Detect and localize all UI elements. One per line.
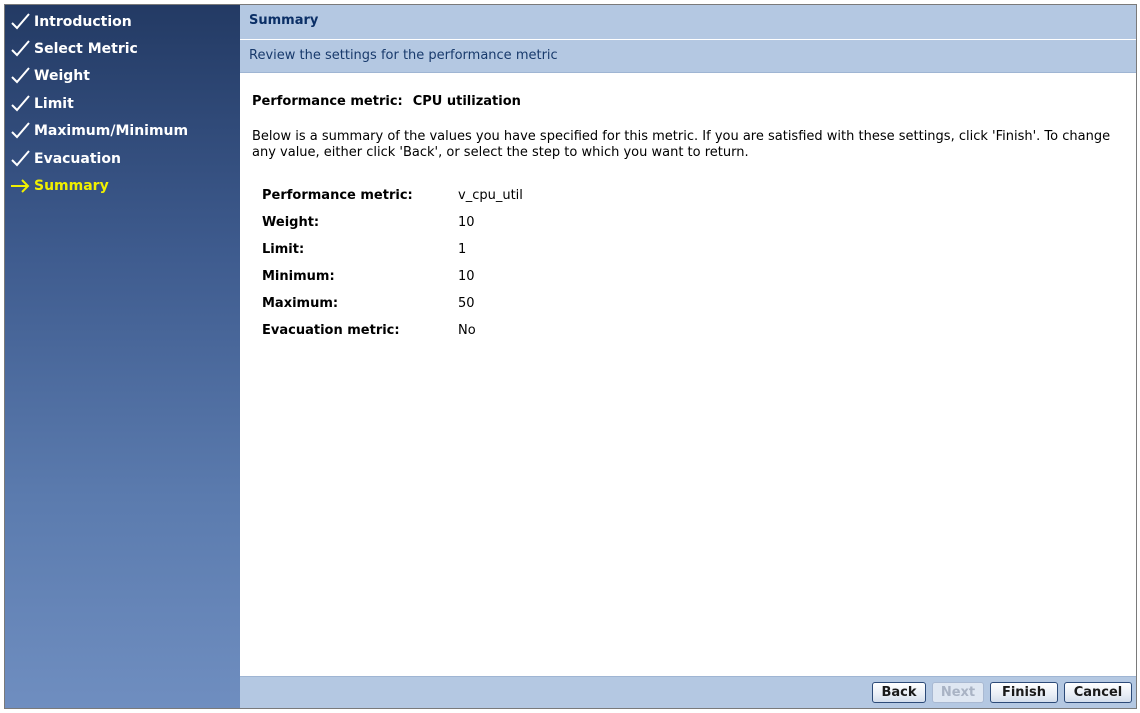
summary-value: 50 [458, 296, 475, 311]
metric-heading-value: CPU utilization [412, 94, 521, 109]
step-label: Weight [34, 68, 90, 84]
step-limit[interactable]: Limit [10, 91, 74, 117]
checkmark-icon [11, 150, 30, 167]
summary-content: Performance metric: CPU utilization Below… [252, 94, 1126, 344]
step-label: Limit [34, 96, 74, 112]
next-button[interactable]: Next [932, 682, 984, 703]
summary-label: Maximum: [262, 296, 339, 311]
summary-value: 10 [458, 215, 475, 230]
summary-row: Evacuation metric: No [262, 317, 523, 344]
summary-label: Minimum: [262, 269, 335, 284]
summary-value: v_cpu_util [458, 188, 523, 203]
wizard-buttons: Back Next Finish Cancel [872, 682, 1132, 703]
step-maximum-minimum[interactable]: Maximum/Minimum [10, 118, 188, 144]
step-summary[interactable]: Summary [10, 173, 109, 199]
back-button[interactable]: Back [872, 682, 926, 703]
main-panel: Summary Review the settings for the perf… [240, 5, 1136, 708]
step-label: Summary [34, 178, 109, 194]
summary-label: Performance metric: [262, 188, 413, 203]
summary-row: Limit: 1 [262, 236, 523, 263]
step-introduction[interactable]: Introduction [10, 9, 132, 35]
metric-heading-label: Performance metric: [252, 94, 403, 109]
summary-row: Weight: 10 [262, 209, 523, 236]
summary-description: Below is a summary of the values you hav… [252, 129, 1111, 160]
step-label: Evacuation [34, 151, 121, 167]
summary-row: Minimum: 10 [262, 263, 523, 290]
button-bar: Back Next Finish Cancel [240, 676, 1136, 708]
summary-row: Maximum: 50 [262, 290, 523, 317]
checkmark-icon [11, 13, 30, 30]
finish-button[interactable]: Finish [990, 682, 1058, 703]
step-label: Introduction [34, 14, 132, 30]
step-weight[interactable]: Weight [10, 63, 90, 89]
checkmark-icon [11, 95, 30, 112]
summary-value: 10 [458, 269, 475, 284]
arrow-right-icon [11, 179, 30, 193]
summary-table: Performance metric: v_cpu_util Weight: 1… [262, 182, 523, 344]
summary-row: Performance metric: v_cpu_util [262, 182, 523, 209]
page-subtitle: Review the settings for the performance … [249, 48, 558, 63]
wizard-steps-sidebar: Introduction Select Metric Weight Limit … [5, 5, 240, 708]
step-label: Select Metric [34, 41, 138, 57]
checkmark-icon [11, 122, 30, 139]
summary-label: Limit: [262, 242, 305, 257]
summary-value: 1 [458, 242, 467, 257]
checkmark-icon [11, 40, 30, 57]
summary-label: Evacuation metric: [262, 323, 400, 338]
step-evacuation[interactable]: Evacuation [10, 146, 121, 172]
summary-value: No [458, 323, 476, 338]
cancel-button[interactable]: Cancel [1064, 682, 1132, 703]
header-divider [240, 39, 1136, 40]
step-select-metric[interactable]: Select Metric [10, 36, 138, 62]
page-header: Summary Review the settings for the perf… [240, 5, 1136, 73]
summary-label: Weight: [262, 215, 320, 230]
wizard-window: Introduction Select Metric Weight Limit … [4, 4, 1137, 709]
checkmark-icon [11, 67, 30, 84]
metric-heading: Performance metric: CPU utilization [252, 94, 1126, 109]
page-title: Summary [249, 13, 319, 28]
step-label: Maximum/Minimum [34, 123, 189, 139]
